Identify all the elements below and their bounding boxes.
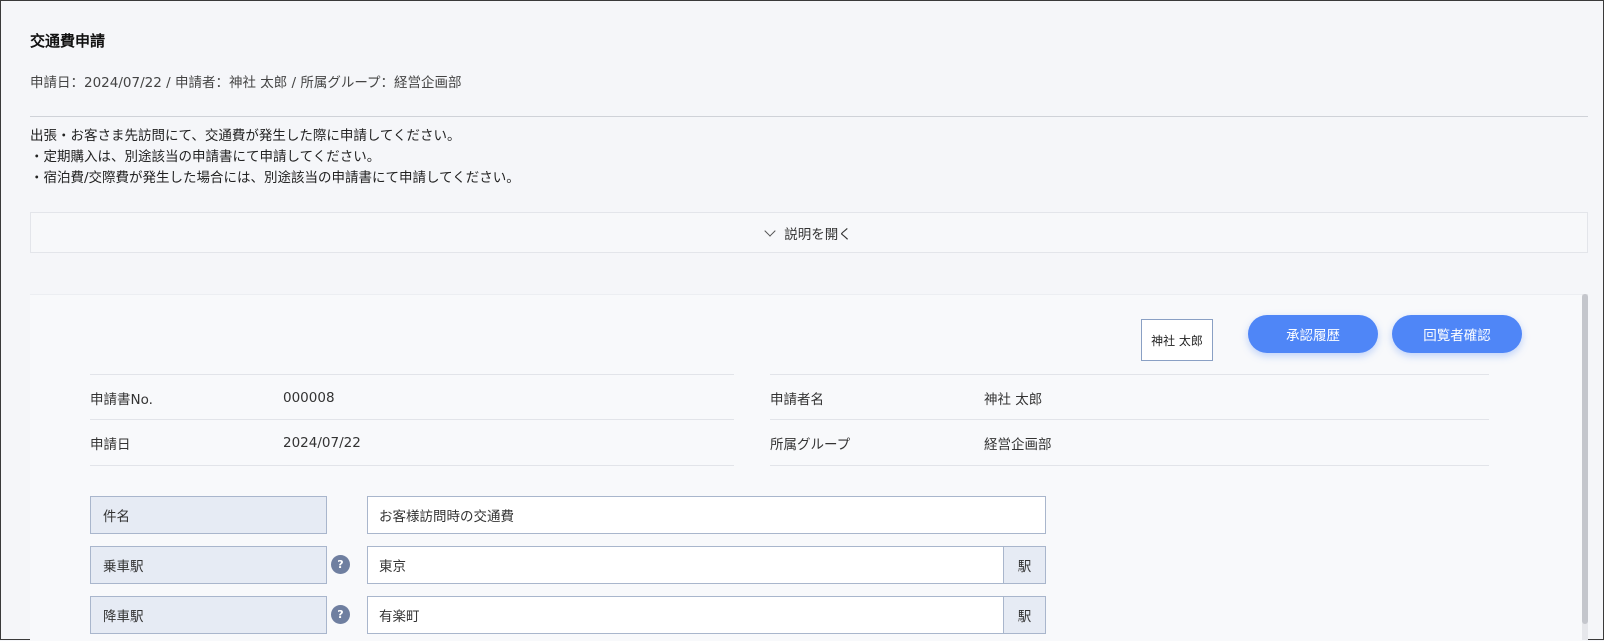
application-meta: 申請日：2024/07/22 / 申請者：神社 太郎 / 所属グループ：経営企画…: [30, 75, 462, 91]
info-row-group: 所属グループ 経営企画部: [770, 419, 1489, 466]
boarding-station-input[interactable]: [367, 546, 1004, 584]
description: 出張・お客さま先訪問にて、交通費が発生した際に申請してください。 ・定期購入は、…: [30, 126, 520, 189]
chevron-down-icon: [764, 224, 776, 237]
help-icon[interactable]: ?: [331, 605, 350, 624]
boarding-station-label: 乗車駅: [90, 546, 327, 584]
expand-description-button[interactable]: 説明を開く: [30, 212, 1588, 253]
scrollbar-thumb[interactable]: [1582, 294, 1588, 624]
description-line: ・宿泊費/交際費が発生した場合には、別途該当の申請書にて申請してください。: [30, 170, 520, 186]
station-suffix: 駅: [1003, 596, 1046, 634]
info-label: 申請書No.: [90, 391, 153, 408]
info-label: 所属グループ: [770, 436, 851, 453]
info-value: 経営企画部: [984, 436, 1052, 453]
expand-description-label: 説明を開く: [784, 226, 852, 243]
info-row-application-no: 申請書No. 000008: [90, 374, 734, 420]
approval-history-button[interactable]: 承認履歴: [1248, 315, 1378, 353]
help-icon[interactable]: ?: [331, 555, 350, 574]
info-row-applicant: 申請者名 神社 太郎: [770, 374, 1489, 420]
info-value: 神社 太郎: [984, 391, 1043, 408]
page-title: 交通費申請: [30, 32, 106, 50]
subject-label: 件名: [90, 496, 327, 534]
description-line: 出張・お客さま先訪問にて、交通費が発生した際に申請してください。: [30, 128, 461, 144]
alighting-station-label: 降車駅: [90, 596, 327, 634]
info-label: 申請日: [90, 436, 131, 453]
approver-stamp: 神社 太郎: [1141, 319, 1213, 361]
scrollbar[interactable]: [1582, 294, 1588, 640]
info-row-date: 申請日 2024/07/22: [90, 419, 734, 466]
divider: [30, 116, 1588, 117]
info-value: 2024/07/22: [283, 434, 361, 451]
viewer-confirm-button[interactable]: 回覧者確認: [1392, 315, 1522, 353]
description-line: ・定期購入は、別途該当の申請書にて申請してください。: [30, 149, 381, 165]
alighting-station-input[interactable]: [367, 596, 1004, 634]
subject-input[interactable]: [367, 496, 1046, 534]
info-label: 申請者名: [770, 391, 824, 408]
station-suffix: 駅: [1003, 546, 1046, 584]
info-value: 000008: [283, 389, 335, 406]
